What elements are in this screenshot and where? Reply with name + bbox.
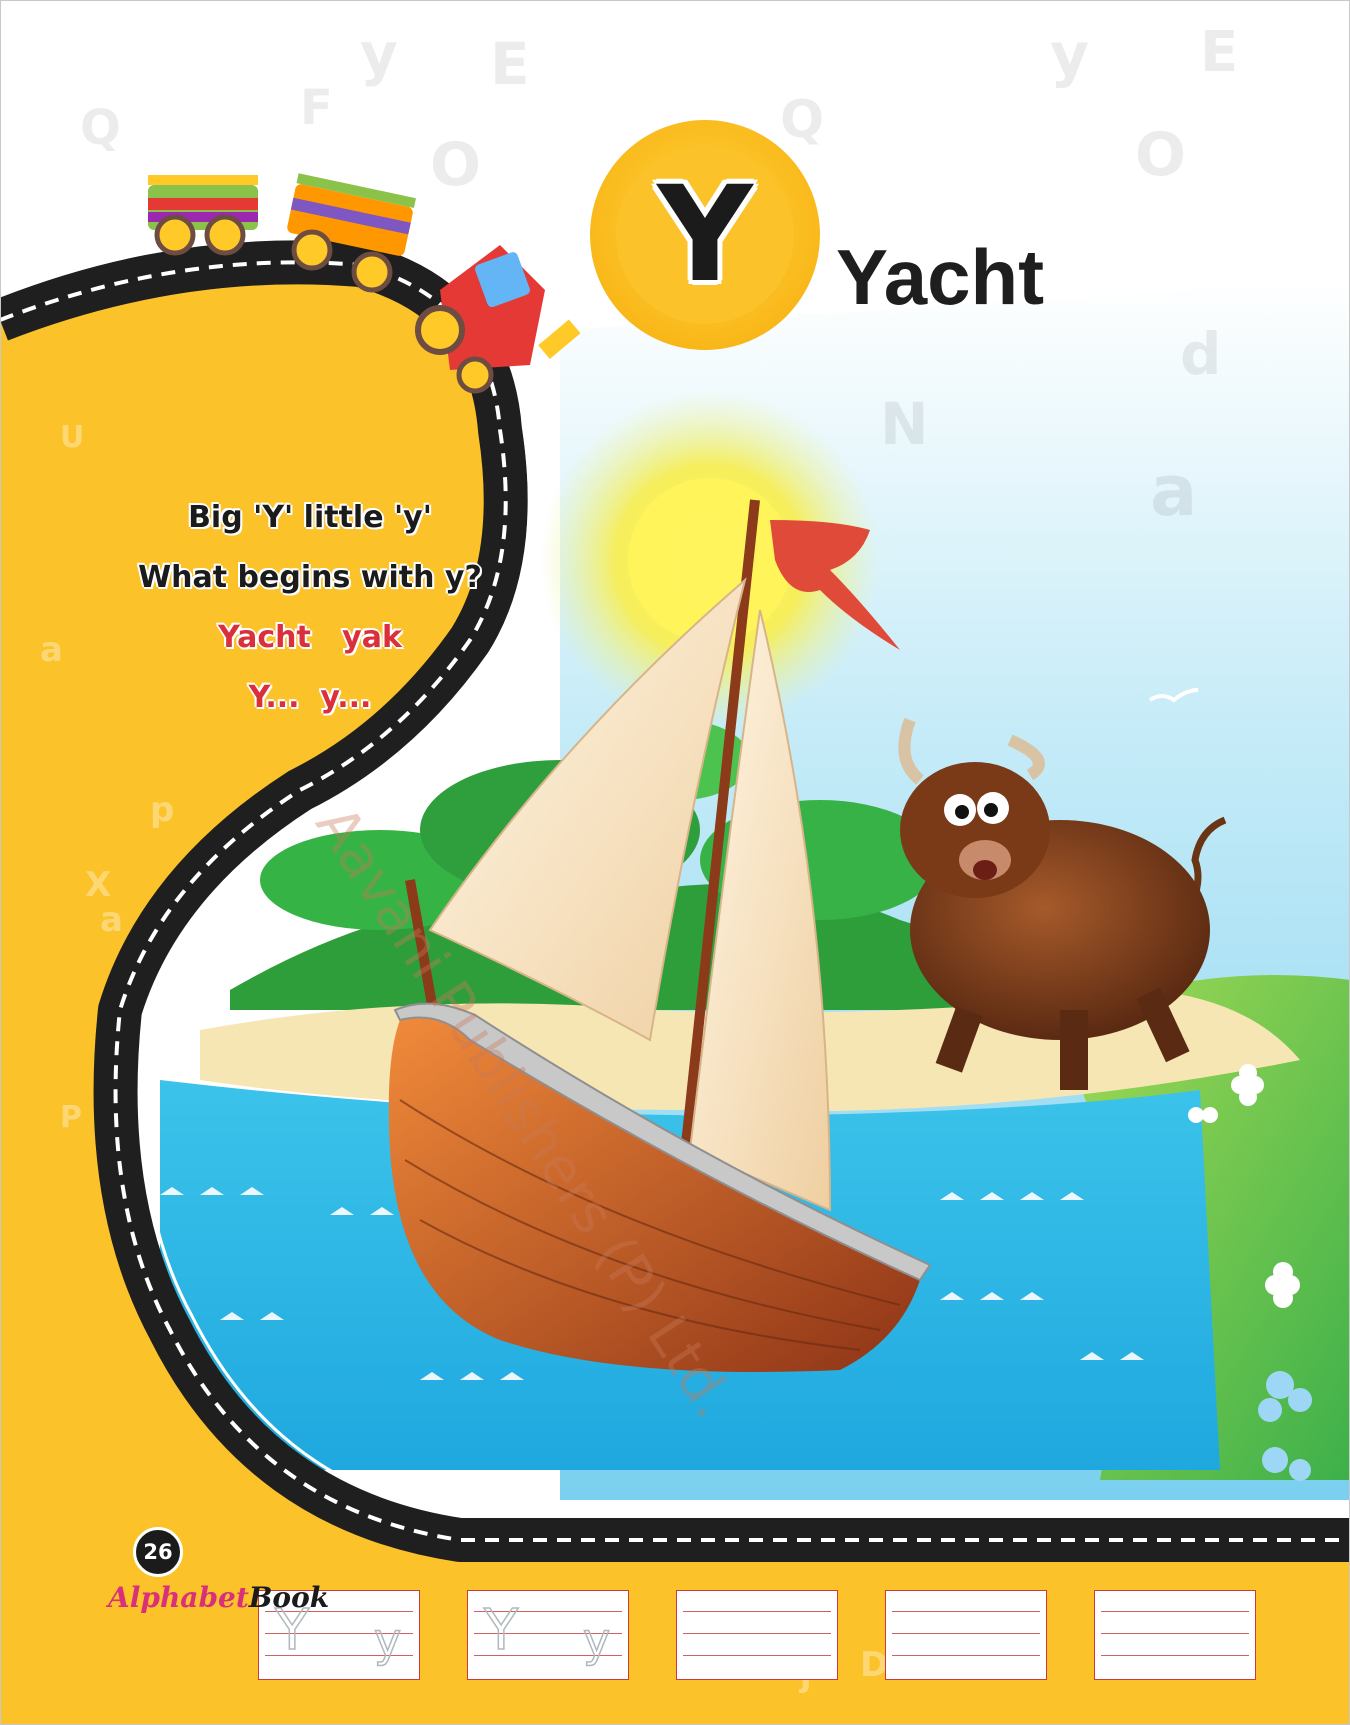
page-number: 26 bbox=[133, 1527, 183, 1577]
letter-badge: Y bbox=[590, 120, 820, 350]
bg-letter: U bbox=[60, 420, 85, 455]
tracing-box[interactable]: Y y bbox=[467, 1590, 629, 1680]
bg-letter: D bbox=[860, 1645, 889, 1685]
bg-letter: P bbox=[60, 1100, 82, 1135]
brand-logo: AlphabetBook bbox=[108, 1581, 329, 1614]
rhyme-line: Big 'Y' little 'y' bbox=[188, 500, 432, 535]
bg-letter: a bbox=[40, 630, 63, 670]
rhyme-line: What begins with y? bbox=[138, 560, 482, 595]
bg-letter: N bbox=[880, 390, 929, 458]
brand-part: Book bbox=[248, 1581, 330, 1614]
bg-letter: Q bbox=[80, 100, 121, 156]
rhyme-line: Y... y... bbox=[248, 680, 372, 715]
bg-letter: p bbox=[150, 790, 175, 830]
bg-letter: y bbox=[1050, 20, 1090, 90]
bg-letter: F bbox=[300, 80, 333, 136]
bg-letter: O bbox=[430, 130, 482, 200]
bg-letter: Q bbox=[780, 90, 825, 150]
bg-letter: X bbox=[85, 865, 112, 905]
bg-letter: E bbox=[490, 30, 530, 98]
rhyme-text: Big 'Y' little 'y' What begins with y? Y… bbox=[90, 488, 530, 728]
tracing-box[interactable] bbox=[885, 1590, 1047, 1680]
tracing-box[interactable] bbox=[1094, 1590, 1256, 1680]
bg-letter: a bbox=[1150, 450, 1198, 532]
bg-letter: a bbox=[100, 900, 123, 940]
big-letter: Y bbox=[616, 146, 794, 324]
rhyme-line: Yacht yak bbox=[218, 620, 402, 655]
brand-part: Alphabet bbox=[108, 1581, 249, 1614]
trace-letter-small: y bbox=[582, 1613, 611, 1667]
trace-letter-big: Y bbox=[483, 1598, 519, 1663]
page-title: Yacht bbox=[836, 233, 1045, 321]
trace-letter-small: y bbox=[373, 1613, 402, 1667]
tracing-box[interactable] bbox=[676, 1590, 838, 1680]
alphabet-page: Q F y E O Q y E O d a N U a p X a P X j … bbox=[0, 0, 1350, 1725]
bg-letter: y bbox=[360, 20, 398, 88]
bg-letter: d bbox=[1180, 320, 1222, 388]
bg-letter: O bbox=[1135, 120, 1187, 190]
bg-letter: E bbox=[1200, 20, 1239, 85]
